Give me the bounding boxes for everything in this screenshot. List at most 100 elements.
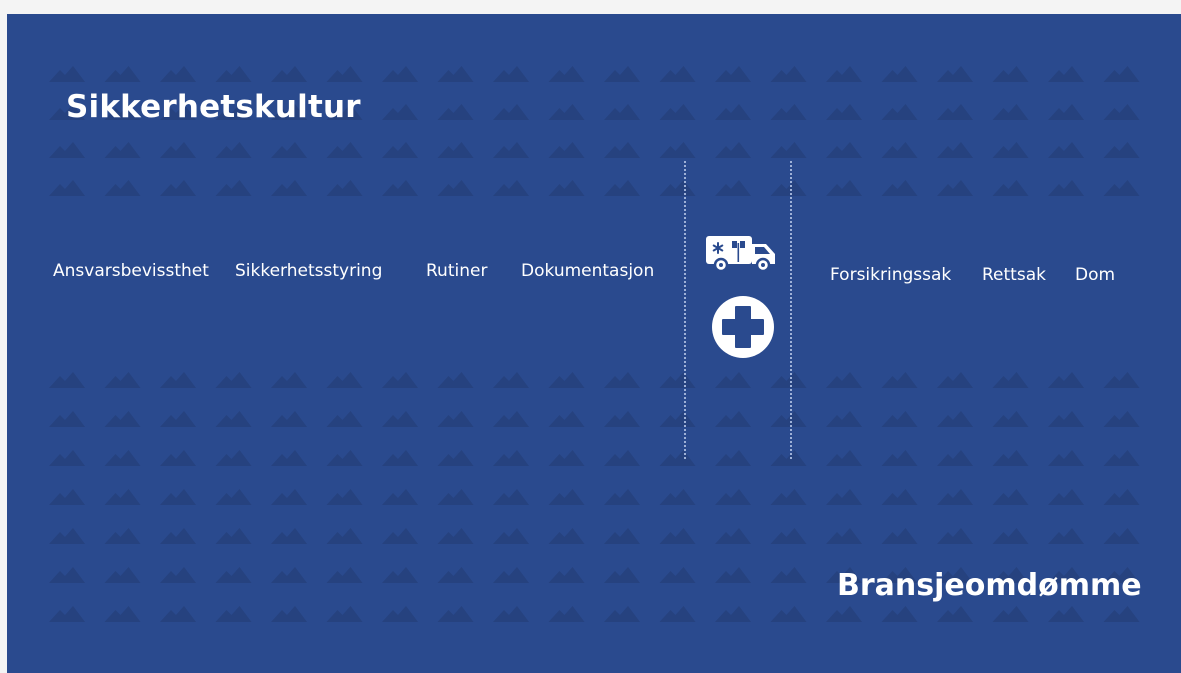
label-rutiner: Rutiner [426, 261, 488, 281]
mountain-pattern-glyph [271, 606, 307, 622]
mountain-pattern-glyph [104, 450, 141, 466]
mountain-pattern-glyph [770, 104, 807, 120]
mountain-pattern-glyph [326, 528, 363, 544]
mountain-pattern-glyph [104, 606, 141, 622]
mountain-pattern-glyph [1103, 528, 1140, 544]
mountain-pattern-glyph [548, 180, 585, 196]
mountain-pattern-glyph [1048, 528, 1084, 544]
mountain-pattern-glyph [826, 489, 862, 505]
mountain-pattern-glyph [1048, 104, 1084, 120]
mountain-pattern-glyph [437, 450, 474, 466]
slide-title: Sikkerhetskultur [66, 89, 361, 125]
mountain-pattern-glyph [160, 372, 196, 388]
mountain-pattern-glyph [1103, 180, 1140, 196]
mountain-pattern-glyph [548, 489, 585, 505]
mountain-pattern-glyph [770, 372, 807, 388]
mountain-pattern-glyph [326, 450, 363, 466]
label-sikkerhetsstyring: Sikkerhetsstyring [235, 261, 383, 281]
mountain-pattern-glyph [1103, 411, 1140, 427]
mountain-pattern-glyph [1048, 180, 1084, 196]
mountain-pattern-glyph [881, 372, 918, 388]
mountain-pattern-glyph [826, 450, 862, 466]
mountain-pattern-glyph [826, 606, 862, 622]
divider-left [684, 161, 686, 459]
mountain-pattern-glyph [437, 372, 474, 388]
mountain-pattern-glyph [49, 180, 85, 196]
mountain-pattern-glyph [382, 66, 418, 82]
mountain-pattern-glyph [826, 411, 862, 427]
mountain-pattern-glyph [104, 411, 141, 427]
mountain-pattern-glyph [49, 66, 85, 82]
mountain-pattern-glyph [659, 66, 696, 82]
mountain-pattern-glyph [604, 372, 640, 388]
mountain-pattern-glyph [937, 606, 973, 622]
mountain-pattern-glyph [1048, 606, 1084, 622]
mountain-pattern-glyph [548, 528, 585, 544]
mountain-pattern-glyph [881, 66, 918, 82]
mountain-pattern-glyph [382, 142, 418, 158]
mountain-pattern-glyph [992, 180, 1029, 196]
mountain-pattern-glyph [715, 489, 751, 505]
mountain-pattern-glyph [160, 142, 196, 158]
mountain-pattern-glyph [271, 489, 307, 505]
mountain-pattern-glyph [548, 567, 585, 583]
mountain-pattern-glyph [992, 142, 1029, 158]
label-rettsak: Rettsak [982, 265, 1046, 285]
mountain-pattern-glyph [715, 567, 751, 583]
mountain-pattern-glyph [215, 372, 252, 388]
mountain-pattern-glyph [271, 180, 307, 196]
slide: Sikkerhetskultur Ansvarsbevissthet Sikke… [7, 14, 1181, 673]
mountain-pattern-glyph [382, 104, 418, 120]
ambulance-icon [706, 236, 775, 272]
mountain-pattern-glyph [1048, 411, 1084, 427]
mountain-pattern-glyph [49, 528, 85, 544]
mountain-pattern-glyph [659, 411, 696, 427]
mountain-pattern-glyph [1103, 606, 1140, 622]
mountain-pattern-glyph [493, 606, 529, 622]
mountain-pattern-glyph [715, 180, 751, 196]
mountain-pattern-glyph [382, 180, 418, 196]
mountain-pattern-glyph [604, 180, 640, 196]
mountain-pattern-glyph [826, 66, 862, 82]
mountain-pattern-glyph [1103, 104, 1140, 120]
mountain-pattern-glyph [1048, 142, 1084, 158]
mountain-pattern-glyph [104, 66, 141, 82]
mountain-pattern-glyph [493, 66, 529, 82]
mountain-pattern-glyph [937, 372, 973, 388]
mountain-pattern-glyph [437, 104, 474, 120]
mountain-pattern-glyph [493, 528, 529, 544]
mountain-pattern-glyph [992, 606, 1029, 622]
mountain-pattern-glyph [160, 606, 196, 622]
mountain-pattern-glyph [326, 606, 363, 622]
mountain-pattern-glyph [382, 372, 418, 388]
mountain-pattern-glyph [493, 450, 529, 466]
mountain-pattern-glyph [271, 372, 307, 388]
mountain-pattern-glyph [382, 489, 418, 505]
mountain-pattern-glyph [382, 450, 418, 466]
mountain-pattern-glyph [881, 104, 918, 120]
mountain-pattern-glyph [604, 450, 640, 466]
mountain-pattern-glyph [770, 528, 807, 544]
label-forsikringssak: Forsikringssak [830, 265, 952, 285]
mountain-pattern-glyph [326, 142, 363, 158]
mountain-pattern-glyph [160, 411, 196, 427]
mountain-pattern-glyph [382, 411, 418, 427]
mountain-pattern-glyph [715, 528, 751, 544]
mountain-pattern-glyph [937, 142, 973, 158]
mountain-pattern-glyph [215, 606, 252, 622]
mountain-pattern-glyph [548, 104, 585, 120]
mountain-pattern-glyph [937, 489, 973, 505]
divider-right [790, 161, 792, 459]
mountain-pattern-glyph [326, 66, 363, 82]
mountain-pattern-glyph [937, 66, 973, 82]
mountain-pattern-glyph [659, 567, 696, 583]
mountain-pattern-glyph [881, 606, 918, 622]
mountain-pattern-glyph [49, 142, 85, 158]
mountain-pattern-glyph [1048, 450, 1084, 466]
mountain-pattern-glyph [104, 489, 141, 505]
mountain-pattern-glyph [326, 567, 363, 583]
mountain-pattern-glyph [271, 411, 307, 427]
mountain-pattern-glyph [1103, 372, 1140, 388]
mountain-pattern-glyph [493, 489, 529, 505]
mountain-pattern-glyph [548, 372, 585, 388]
